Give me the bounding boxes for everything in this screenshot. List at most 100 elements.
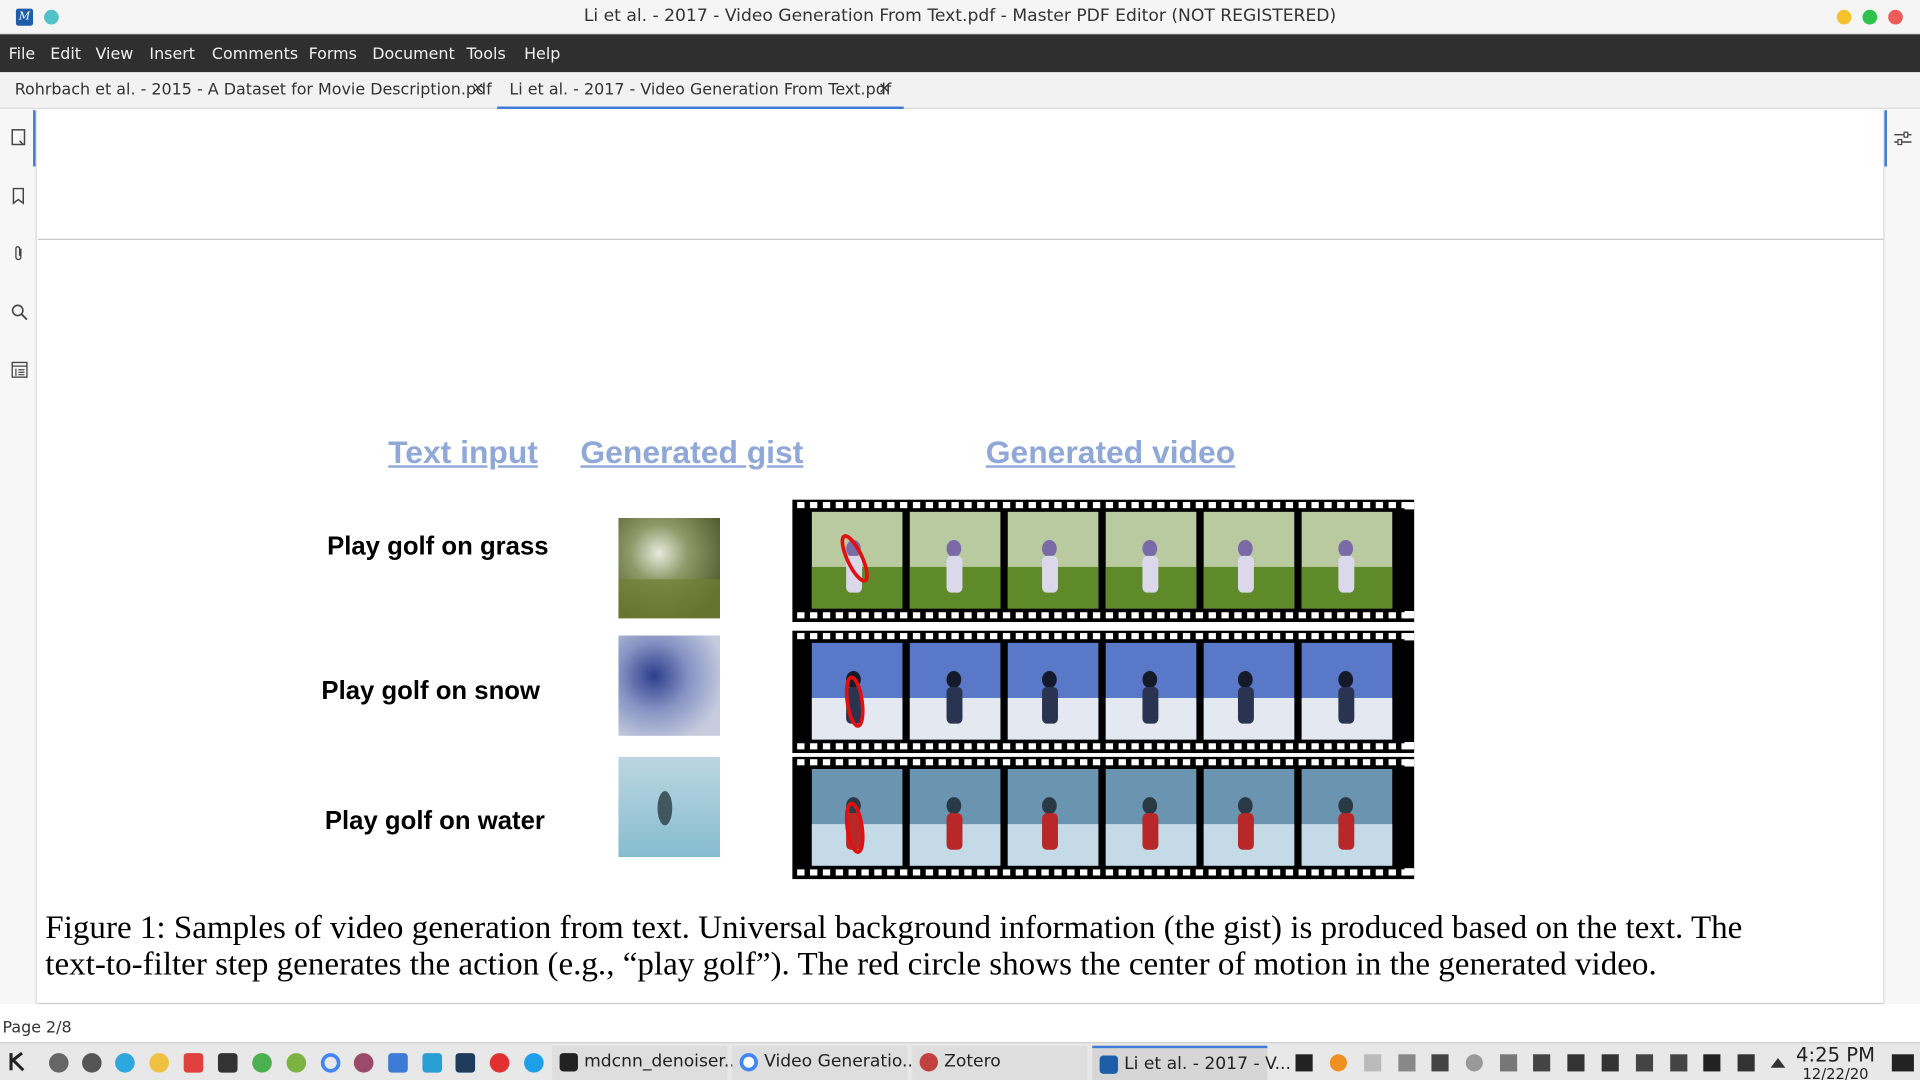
sprocket-hole [835,502,844,509]
sprocket-hole [1118,502,1126,509]
console-icon[interactable] [1431,1054,1449,1072]
task-browser[interactable]: Video Generatio... [732,1045,918,1080]
maximize-button[interactable] [1862,9,1878,25]
skype-icon[interactable] [524,1053,544,1073]
tab-close-icon[interactable]: × [471,80,484,98]
menu-edit[interactable]: Edit [50,45,81,63]
menu-view[interactable]: View [96,45,134,63]
weibo-icon[interactable] [489,1053,510,1073]
vscode-icon[interactable] [455,1053,476,1073]
calendar-icon[interactable] [388,1053,408,1073]
clipboard-icon[interactable] [1364,1054,1382,1072]
update-icon[interactable] [1465,1054,1483,1072]
menu-tools[interactable]: Tools [467,45,506,63]
sprocket-hole [1388,759,1396,766]
pause-icon[interactable] [1295,1054,1313,1072]
sprocket-hole [925,743,934,750]
menu-comments[interactable]: Comments [212,45,298,63]
properties-sliders-icon[interactable] [1893,129,1913,149]
usb-icon[interactable] [1670,1054,1688,1072]
sprocket-hole [1080,612,1088,619]
sprocket-hole [1105,743,1114,750]
sprocket-hole [1195,612,1204,619]
bluetooth-icon[interactable] [1635,1054,1654,1072]
tab-li-et-al[interactable]: Li et al. - 2017 - Video Generation From… [497,72,904,109]
battery-icon[interactable] [1601,1054,1619,1072]
attachment-icon[interactable] [11,245,26,262]
sprocket-hole [1080,633,1088,640]
tab-rohrbach[interactable]: Rohrbach et al. - 2015 - A Dataset for M… [0,72,495,109]
device-icon[interactable] [1500,1054,1518,1072]
sprocket-hole [1041,612,1049,619]
sprocket-hole [887,869,895,876]
sprocket-hole [1015,869,1024,876]
video-frame [1007,768,1099,866]
sprocket-hole [1285,869,1294,876]
sprocket-hole [900,759,908,766]
sprocket-hole [1182,759,1191,766]
notifications-icon[interactable] [1891,1054,1914,1072]
layers-icon[interactable] [11,361,28,378]
sprocket-hole [1118,759,1126,766]
notes-icon[interactable] [149,1053,169,1073]
pdf-reader-icon[interactable] [183,1053,204,1073]
pages-icon[interactable] [11,129,26,146]
close-button[interactable] [1888,9,1903,25]
keyboard-icon[interactable] [1533,1054,1551,1072]
document-viewer[interactable]: Text input Generated gist Generated vide… [37,110,1884,1005]
sprocket-hole [1208,502,1216,509]
sprocket-hole [938,633,946,640]
volume-icon[interactable] [1567,1054,1585,1072]
kde-launcher-icon[interactable] [7,1051,29,1073]
sprocket-hole [1375,759,1384,766]
sprocket-hole [990,612,998,619]
sprocket-hole [1208,633,1216,640]
chrome-icon[interactable] [320,1053,341,1073]
clock[interactable]: 4:25 PM 12/22/20 [1790,1045,1881,1080]
fingerprint-icon[interactable] [82,1053,102,1073]
video-frame [1301,511,1393,609]
minimize-button[interactable] [1836,9,1852,25]
search-icon[interactable] [11,304,28,321]
tray-expand-icon[interactable] [1770,1057,1786,1068]
wifi-icon[interactable] [1703,1054,1721,1072]
strip-edge [1404,742,1415,750]
sprocket-hole [1221,612,1229,619]
sprocket-hole [1311,759,1319,766]
printer-icon[interactable] [1398,1054,1416,1072]
sprocket-hole [810,869,818,876]
sprocket-hole [1131,502,1139,509]
menu-forms[interactable]: Forms [309,45,357,63]
menu-document[interactable]: Document [372,45,454,63]
figure-body [1338,813,1355,850]
task-master-pdf[interactable]: Li et al. - 2017 - V... [1092,1045,1291,1080]
weather-icon[interactable] [1329,1054,1347,1072]
sprocket-hole [1221,633,1229,640]
media-icon[interactable] [353,1053,374,1073]
header-generated-gist: Generated gist [580,433,804,471]
menu-help[interactable]: Help [524,45,560,63]
speaker-icon[interactable] [1737,1054,1755,1072]
task-zotero[interactable]: Zotero [912,1045,1088,1080]
sprocket-hole [925,502,934,509]
android-icon[interactable] [286,1053,307,1073]
sprocket-hole [1144,612,1152,619]
sprocket-hole [951,743,959,750]
task-terminal[interactable]: mdcnn_denoiser... [552,1045,740,1080]
package-icon[interactable] [217,1053,238,1073]
sprocket-hole [964,502,972,509]
sprocket-hole [822,633,831,640]
sprocket-hole [1388,869,1396,876]
nvidia-icon[interactable] [252,1053,272,1073]
sprocket-hole [1028,759,1036,766]
sprocket-hole [1131,759,1139,766]
system-settings-icon[interactable] [48,1053,69,1073]
virtualbox-icon[interactable] [422,1053,443,1073]
menu-insert[interactable]: Insert [149,45,195,63]
telegram-icon[interactable] [115,1053,135,1073]
sprocket-hole [1170,759,1178,766]
figure-head [946,797,962,815]
tab-close-icon[interactable]: × [878,80,891,98]
menu-file[interactable]: File [9,45,36,63]
bookmark-icon[interactable] [11,187,26,205]
